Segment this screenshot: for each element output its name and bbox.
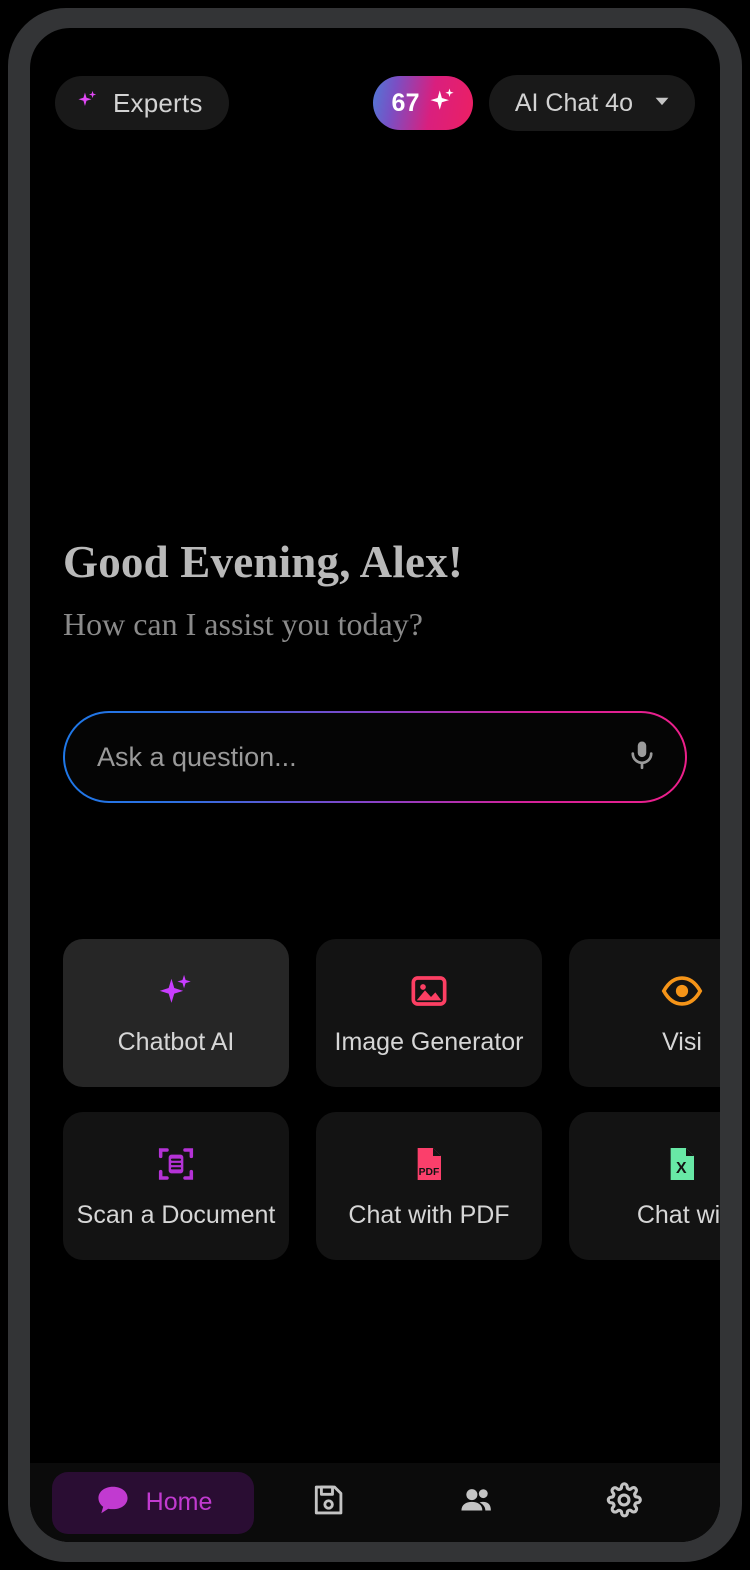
svg-text:PDF: PDF <box>419 1167 440 1178</box>
feature-card-label: Scan a Document <box>76 1200 276 1229</box>
search-bar-inner <box>65 713 685 801</box>
nav-item-home[interactable]: Home <box>52 1471 254 1534</box>
page-title: Good Evening, Alex! <box>63 537 464 587</box>
model-selector-button[interactable]: AI Chat 4o <box>488 75 695 131</box>
scan-document-icon <box>156 1143 196 1185</box>
bottom-navigation-bar: Home <box>30 1463 720 1542</box>
users-icon <box>457 1481 495 1524</box>
feature-card-chat-with-pdf[interactable]: PDF Chat with PDF <box>316 1112 542 1260</box>
chat-bubble-icon <box>94 1481 132 1524</box>
nav-item-saved[interactable] <box>254 1472 402 1534</box>
svg-text:X: X <box>676 1160 687 1177</box>
nav-item-community[interactable] <box>402 1472 550 1534</box>
feature-card-label: Chatbot AI <box>117 1027 235 1056</box>
sparkle-icon <box>427 86 457 121</box>
phone-frame: Experts 67 AI Chat 4o Good Evening, Alex… <box>8 8 742 1562</box>
credits-count: 67 <box>391 88 420 117</box>
feature-card-label: Visi <box>662 1027 702 1056</box>
search-input[interactable] <box>97 741 625 773</box>
experts-button[interactable]: Experts <box>55 76 229 130</box>
model-selector-label: AI Chat 4o <box>514 88 633 117</box>
microphone-icon[interactable] <box>625 738 659 777</box>
sparkle-icon <box>155 970 197 1012</box>
experts-label: Experts <box>113 87 203 118</box>
page-subtitle: How can I assist you today? <box>63 606 423 642</box>
feature-card-label: Chat with PDF <box>348 1200 510 1229</box>
nav-item-label: Home <box>145 1488 213 1516</box>
save-disk-icon <box>310 1482 346 1523</box>
greeting-block: Good Evening, Alex! How can I assist you… <box>30 536 720 643</box>
feature-card-label: Chat wit <box>636 1200 720 1229</box>
top-bar: Experts 67 AI Chat 4o <box>30 28 720 178</box>
feature-card-chat-with-excel[interactable]: X Chat wit <box>569 1112 720 1260</box>
gear-icon <box>605 1481 643 1524</box>
excel-file-icon: X <box>662 1143 702 1185</box>
image-icon <box>409 970 449 1012</box>
eye-icon <box>661 970 703 1012</box>
top-bar-right-group: 67 AI Chat 4o <box>373 75 695 131</box>
feature-card-vision[interactable]: Visi <box>569 939 720 1087</box>
chevron-down-icon <box>651 90 673 117</box>
search-bar[interactable] <box>63 711 687 803</box>
feature-card-row-2: Scan a Document PDF Chat with PDF X Chat… <box>63 1112 720 1260</box>
feature-card-image-generator[interactable]: Image Generator <box>316 939 542 1087</box>
sparkle-icon <box>75 88 101 119</box>
feature-card-scan-document[interactable]: Scan a Document <box>63 1112 289 1260</box>
nav-item-settings[interactable] <box>550 1472 698 1534</box>
feature-card-row-1: Chatbot AI Image Generator Visi <box>63 939 720 1087</box>
credits-badge[interactable]: 67 <box>373 76 473 130</box>
feature-card-chatbot-ai[interactable]: Chatbot AI <box>63 939 289 1087</box>
phone-screen: Experts 67 AI Chat 4o Good Evening, Alex… <box>30 28 720 1542</box>
feature-card-label: Image Generator <box>334 1027 524 1056</box>
pdf-file-icon: PDF <box>409 1143 449 1185</box>
